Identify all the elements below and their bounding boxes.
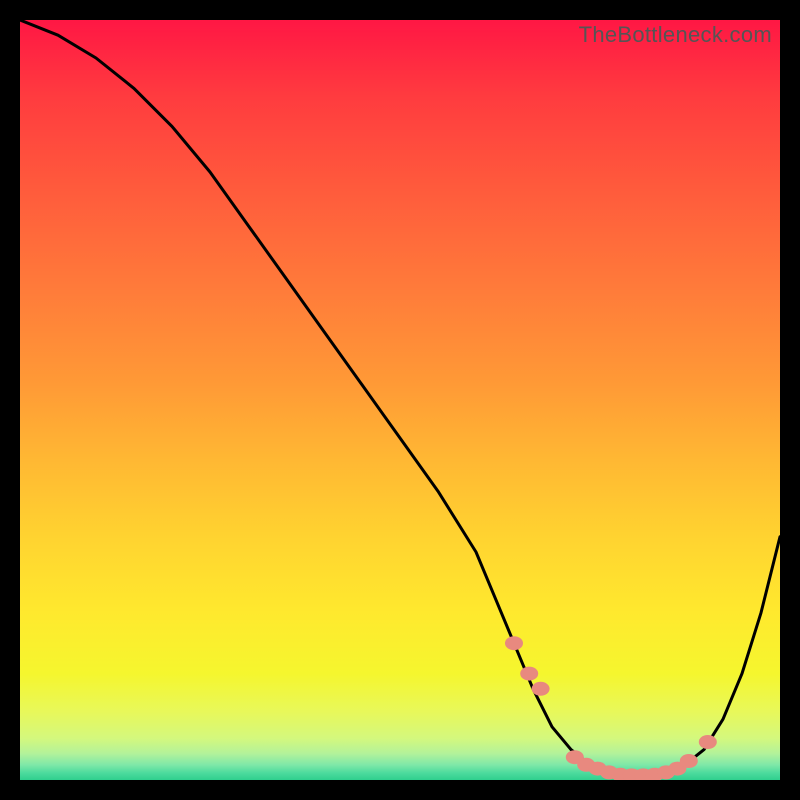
- chart-frame: TheBottleneck.com: [0, 0, 800, 800]
- highlight-dots: [505, 636, 717, 780]
- highlight-dot: [699, 735, 717, 749]
- curve-layer: [20, 20, 780, 780]
- highlight-dot: [505, 636, 523, 650]
- highlight-dot: [520, 667, 538, 681]
- plot-area: TheBottleneck.com: [20, 20, 780, 780]
- highlight-dot: [680, 754, 698, 768]
- bottleneck-curve: [20, 20, 780, 776]
- highlight-dot: [532, 682, 550, 696]
- watermark: TheBottleneck.com: [579, 22, 772, 48]
